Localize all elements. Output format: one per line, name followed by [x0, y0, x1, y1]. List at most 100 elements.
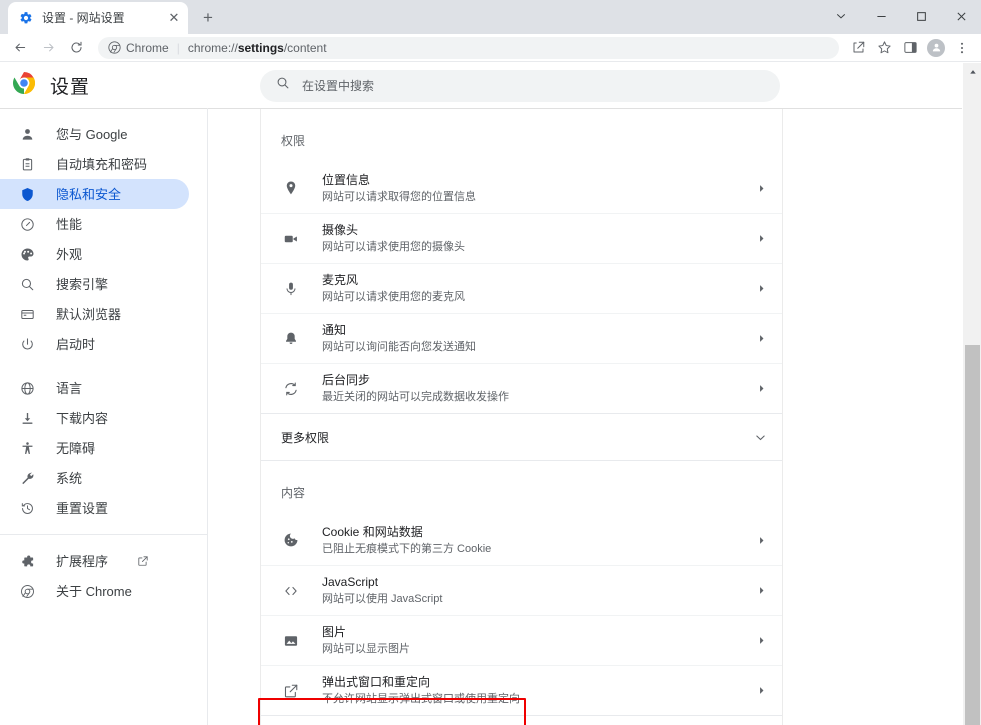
setting-row-notifications[interactable]: 通知 网站可以询问能否向您发送通知	[261, 313, 782, 363]
tab-search-icon[interactable]	[821, 0, 861, 32]
setting-row-javascript[interactable]: JavaScript 网站可以使用 JavaScript	[261, 565, 782, 615]
bookmark-star-icon[interactable]	[871, 35, 897, 61]
bell-icon	[281, 329, 301, 349]
setting-row-title: 弹出式窗口和重定向	[322, 674, 757, 690]
sidebar-item-reset-settings[interactable]: 重置设置	[0, 493, 189, 523]
sidebar-item-languages[interactable]: 语言	[0, 373, 189, 403]
browser-toolbar: Chrome | chrome://settings/content	[0, 34, 981, 62]
chevron-right-icon[interactable]	[757, 636, 766, 645]
browser-window: 设置 - 网站设置 ✕ +	[0, 0, 981, 725]
more-menu-icon[interactable]	[949, 35, 975, 61]
sidebar-item-privacy-security[interactable]: 隐私和安全	[0, 179, 189, 209]
microphone-icon	[281, 279, 301, 299]
sidebar-item-autofill-passwords[interactable]: 自动填充和密码	[0, 149, 189, 179]
sidebar-item-performance[interactable]: 性能	[0, 209, 189, 239]
expand-row-more-permissions[interactable]: 更多权限	[261, 413, 782, 460]
profile-avatar-icon[interactable]	[923, 35, 949, 61]
url-prefix: chrome://	[188, 41, 238, 55]
sidebar-item-on-startup[interactable]: 启动时	[0, 329, 189, 359]
reload-icon[interactable]	[62, 34, 90, 62]
external-link-icon	[137, 555, 150, 568]
chevron-right-icon[interactable]	[757, 234, 766, 243]
minimize-icon[interactable]	[861, 0, 901, 32]
share-icon[interactable]	[845, 35, 871, 61]
sidebar-item-label: 启动时	[56, 338, 95, 351]
close-window-icon[interactable]	[941, 0, 981, 32]
sidebar-item-search-engine[interactable]: 搜索引擎	[0, 269, 189, 299]
chevron-right-icon[interactable]	[757, 184, 766, 193]
sidebar-item-label: 语言	[56, 382, 82, 395]
address-bar[interactable]: Chrome | chrome://settings/content	[98, 37, 839, 59]
chevron-down-icon[interactable]	[755, 432, 766, 443]
address-bar-url: chrome://settings/content	[188, 41, 327, 55]
setting-row-popups-redirects[interactable]: 弹出式窗口和重定向 不允许网站显示弹出式窗口或使用重定向	[261, 665, 782, 715]
setting-row-title: 图片	[322, 624, 757, 640]
setting-row-title: 摄像头	[322, 222, 757, 238]
chevron-right-icon[interactable]	[757, 284, 766, 293]
expand-row-label: 更多权限	[281, 429, 329, 446]
setting-row-text: 位置信息 网站可以请求取得您的位置信息	[322, 172, 757, 205]
chevron-right-icon[interactable]	[757, 334, 766, 343]
chevron-right-icon[interactable]	[757, 384, 766, 393]
browser-tab[interactable]: 设置 - 网站设置 ✕	[8, 2, 188, 34]
setting-row-cookies[interactable]: Cookie 和网站数据 已阻止无痕模式下的第三方 Cookie	[261, 515, 782, 565]
page-scrollbar[interactable]	[962, 63, 981, 725]
setting-row-camera[interactable]: 摄像头 网站可以请求使用您的摄像头	[261, 213, 782, 263]
scroll-up-icon[interactable]	[963, 63, 981, 80]
sidebar-item-accessibility[interactable]: 无障碍	[0, 433, 189, 463]
tab-strip: 设置 - 网站设置 ✕ +	[0, 0, 981, 34]
maximize-icon[interactable]	[901, 0, 941, 32]
search-input[interactable]: 在设置中搜索	[260, 70, 780, 102]
puzzle-icon	[18, 552, 36, 570]
settings-page: 设置 在设置中搜索 您与 Google	[0, 63, 981, 725]
scrollbar-thumb[interactable]	[965, 345, 980, 725]
tab-title: 设置 - 网站设置	[42, 2, 158, 34]
side-panel-icon[interactable]	[897, 35, 923, 61]
setting-row-text: 通知 网站可以询问能否向您发送通知	[322, 322, 757, 355]
forward-icon[interactable]	[34, 34, 62, 62]
setting-row-text: 图片 网站可以显示图片	[322, 624, 757, 657]
setting-row-images[interactable]: 图片 网站可以显示图片	[261, 615, 782, 665]
sidebar-item-about-chrome[interactable]: 关于 Chrome	[0, 576, 189, 606]
sidebar-item-downloads[interactable]: 下载内容	[0, 403, 189, 433]
sidebar-item-label: 自动填充和密码	[56, 158, 147, 171]
globe-icon	[18, 379, 36, 397]
setting-row-background-sync[interactable]: 后台同步 最近关闭的网站可以完成数据收发操作	[261, 363, 782, 413]
close-icon[interactable]: ✕	[166, 10, 182, 26]
window-controls	[821, 0, 981, 32]
history-restore-icon	[18, 499, 36, 517]
sidebar-item-appearance[interactable]: 外观	[0, 239, 189, 269]
browser-window-icon	[18, 305, 36, 323]
sidebar-item-system[interactable]: 系统	[0, 463, 189, 493]
search-placeholder: 在设置中搜索	[302, 77, 374, 94]
gear-icon	[18, 10, 34, 26]
sidebar-item-label: 重置设置	[56, 502, 108, 515]
settings-card: 权限 位置信息 网站可以请求取得您的位置信息	[260, 109, 783, 725]
setting-row-location[interactable]: 位置信息 网站可以请求取得您的位置信息	[261, 163, 782, 213]
setting-row-subtitle: 网站可以请求使用您的摄像头	[322, 239, 757, 255]
palette-icon	[18, 245, 36, 263]
sidebar-item-you-and-google[interactable]: 您与 Google	[0, 119, 189, 149]
clipboard-icon	[18, 155, 36, 173]
chevron-right-icon[interactable]	[757, 686, 766, 695]
sidebar-item-extensions[interactable]: 扩展程序	[0, 546, 189, 576]
setting-row-subtitle: 最近关闭的网站可以完成数据收发操作	[322, 389, 757, 405]
expand-row-more-content-settings[interactable]: 更多内容设置	[261, 715, 782, 725]
setting-row-title: 通知	[322, 322, 757, 338]
chevron-right-icon[interactable]	[757, 536, 766, 545]
sidebar-item-default-browser[interactable]: 默认浏览器	[0, 299, 189, 329]
sidebar-item-label: 隐私和安全	[56, 188, 121, 201]
image-icon	[281, 631, 301, 651]
chevron-right-icon[interactable]	[757, 586, 766, 595]
sidebar-item-label: 性能	[56, 218, 82, 231]
new-tab-button[interactable]: +	[194, 4, 222, 32]
back-icon[interactable]	[6, 34, 34, 62]
setting-row-title: Cookie 和网站数据	[322, 524, 757, 540]
sidebar-item-label: 默认浏览器	[56, 308, 121, 321]
setting-row-subtitle: 网站可以使用 JavaScript	[322, 591, 757, 607]
settings-search-wrapper: 在设置中搜索	[260, 70, 780, 102]
setting-row-microphone[interactable]: 麦克风 网站可以请求使用您的麦克风	[261, 263, 782, 313]
avatar	[927, 39, 945, 57]
settings-sidebar: 您与 Google 自动填充和密码 隐私和安全 性能	[0, 109, 207, 725]
cookie-icon	[281, 530, 301, 550]
